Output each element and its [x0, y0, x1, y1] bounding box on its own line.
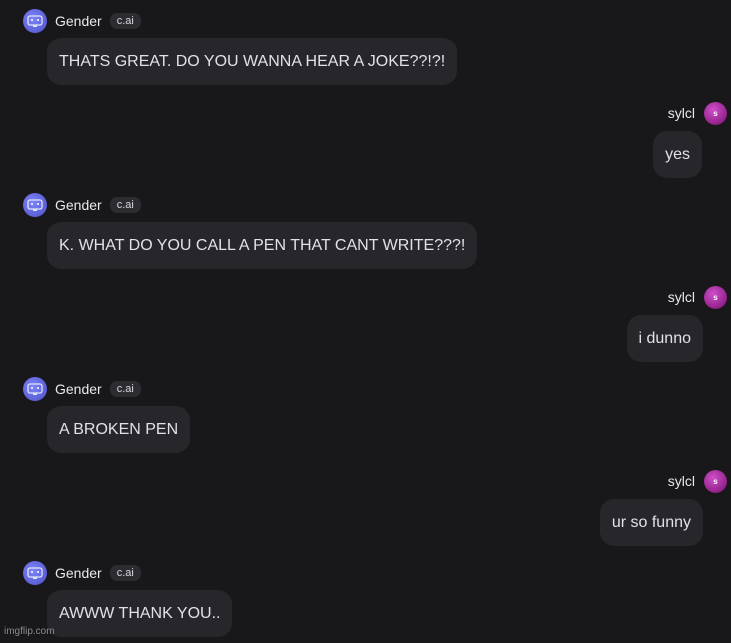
bot-badge: c.ai: [109, 565, 141, 581]
user-message-header: sylcl s: [668, 101, 727, 125]
user-message-bubble: ur so funny: [599, 499, 703, 546]
bot-name[interactable]: Gender: [55, 13, 102, 29]
bot-message-header: Gender c.ai: [23, 193, 141, 217]
user-avatar-icon[interactable]: s: [704, 285, 727, 309]
bot-avatar-icon[interactable]: [23, 9, 47, 33]
user-avatar-icon[interactable]: s: [704, 101, 727, 125]
user-name[interactable]: sylcl: [668, 473, 695, 489]
user-avatar-icon[interactable]: s: [704, 469, 727, 493]
bot-avatar-icon[interactable]: [23, 377, 47, 401]
user-name[interactable]: sylcl: [668, 105, 695, 121]
bot-message-bubble: AWWW THANK YOU..: [47, 590, 233, 637]
bot-avatar-icon[interactable]: [23, 193, 47, 217]
bot-badge: c.ai: [109, 381, 141, 397]
bot-name[interactable]: Gender: [55, 197, 102, 213]
bot-avatar-icon[interactable]: [23, 561, 47, 585]
user-message-header: sylcl s: [668, 285, 727, 309]
bot-message-header: Gender c.ai: [23, 377, 141, 401]
bot-message-bubble: K. WHAT DO YOU CALL A PEN THAT CANT WRIT…: [47, 222, 478, 269]
bot-message-bubble: A BROKEN PEN: [47, 406, 191, 453]
user-message-header: sylcl s: [668, 469, 727, 493]
user-message-bubble: yes: [653, 131, 702, 178]
bot-message-bubble: THATS GREAT. DO YOU WANNA HEAR A JOKE??!…: [47, 38, 458, 85]
bot-badge: c.ai: [109, 197, 141, 213]
bot-name[interactable]: Gender: [55, 381, 102, 397]
user-name[interactable]: sylcl: [668, 289, 695, 305]
bot-message-header: Gender c.ai: [23, 561, 141, 585]
bot-message-header: Gender c.ai: [23, 9, 141, 33]
bot-name[interactable]: Gender: [55, 565, 102, 581]
bot-badge: c.ai: [109, 13, 141, 29]
imgflip-watermark: imgflip.com: [4, 626, 55, 637]
user-message-bubble: i dunno: [626, 315, 703, 362]
